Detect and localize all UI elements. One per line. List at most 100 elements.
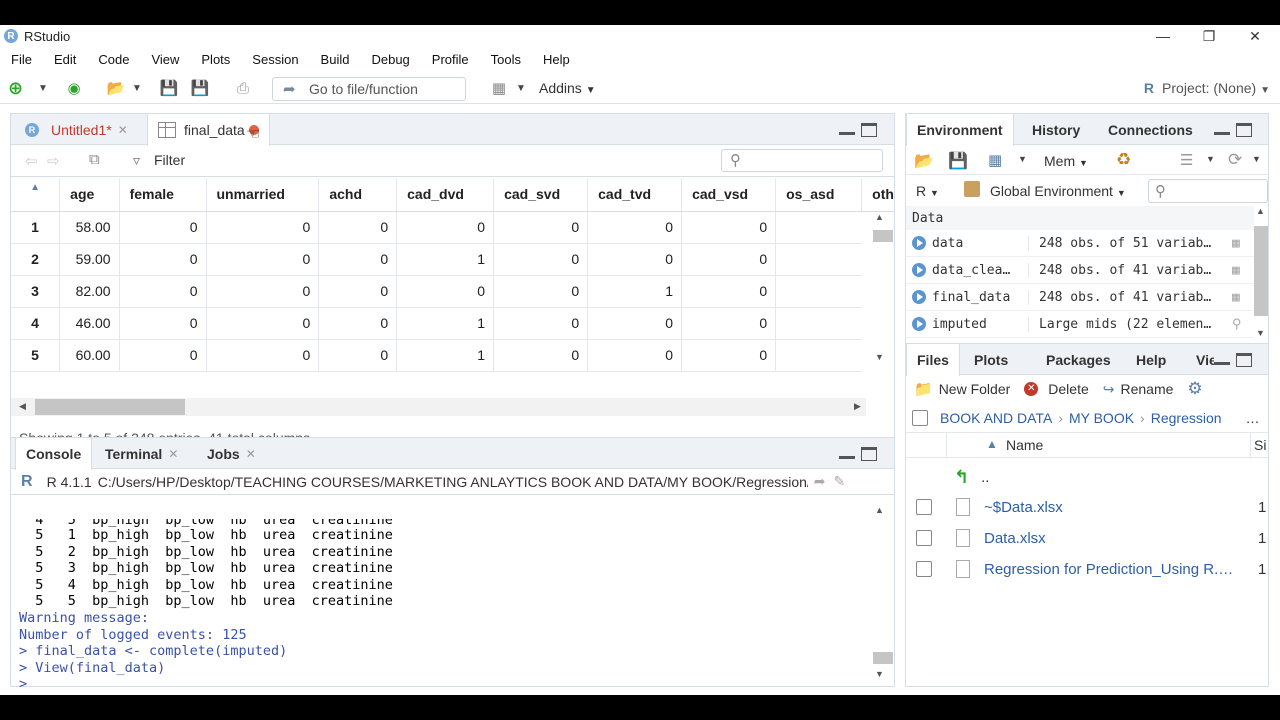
file-row[interactable]: ~$Data.xlsx 1 xyxy=(906,492,1268,522)
menu-edit[interactable]: Edit xyxy=(54,52,76,67)
table-cell[interactable]: 0 xyxy=(119,339,207,372)
sort-rownames-icon[interactable]: ▲ xyxy=(11,178,61,212)
menu-plots[interactable]: Plots xyxy=(201,52,230,67)
table-cell[interactable]: 0 xyxy=(681,339,777,372)
table-cell[interactable]: 0 xyxy=(493,211,589,244)
table-cell[interactable]: 59.00 xyxy=(59,243,120,276)
breadcrumb-my-book[interactable]: MY BOOK xyxy=(1069,410,1134,426)
addins-menu[interactable]: Addins ▼ xyxy=(539,80,596,96)
column-header[interactable]: cad_dvd xyxy=(396,178,495,212)
view-table-icon[interactable]: ▦ xyxy=(1232,236,1240,251)
maximize-pane-icon[interactable] xyxy=(1236,353,1252,367)
close-tab-icon[interactable]: ✕ xyxy=(118,123,128,137)
tab-packages[interactable]: Packages xyxy=(1036,344,1121,375)
tab-environment[interactable]: Environment xyxy=(906,114,1014,146)
inspect-icon[interactable]: ⚲ xyxy=(1232,317,1242,332)
scroll-up-icon[interactable]: ▲ xyxy=(1256,206,1265,216)
row-number[interactable]: 3 xyxy=(11,275,61,308)
file-name-link[interactable]: ~$Data.xlsx xyxy=(984,499,1242,516)
row-number[interactable]: 5 xyxy=(11,339,61,372)
table-cell[interactable]: 46.00 xyxy=(59,307,120,340)
table-cell[interactable]: 0 xyxy=(587,211,683,244)
scope-select[interactable]: Global Environment ▼ xyxy=(990,183,1126,199)
table-cell[interactable]: 0 xyxy=(119,211,207,244)
column-header[interactable]: oth xyxy=(861,178,894,212)
language-select[interactable]: R ▼ xyxy=(916,183,939,199)
tab-connections[interactable]: Connections xyxy=(1098,114,1203,145)
table-cell[interactable]: 0 xyxy=(587,243,683,276)
column-header[interactable]: cad_tvd xyxy=(587,178,683,212)
scroll-up-icon[interactable]: ▲ xyxy=(875,212,884,222)
menu-code[interactable]: Code xyxy=(98,52,129,67)
table-cell[interactable]: 0 xyxy=(493,339,589,372)
table-cell[interactable]: 0 xyxy=(206,339,320,372)
print-icon[interactable]: ⎙ xyxy=(232,79,254,97)
table-cell[interactable]: 0 xyxy=(775,243,862,276)
expand-object-icon[interactable] xyxy=(912,290,926,304)
expand-object-icon[interactable] xyxy=(912,236,926,250)
popout-icon[interactable]: ⧉ xyxy=(89,151,100,168)
scroll-thumb[interactable] xyxy=(873,230,893,242)
tab-terminal[interactable]: Terminal ✕ xyxy=(95,438,188,469)
environment-item[interactable]: data_clea… 248 obs. of 41 variab… ▦ xyxy=(906,257,1268,284)
environment-item[interactable]: final_data 248 obs. of 41 variab… ▦ xyxy=(906,284,1268,311)
breadcrumb-regression[interactable]: Regression xyxy=(1151,410,1222,426)
more-gear-icon[interactable]: ⚙ xyxy=(1187,379,1202,399)
table-cell[interactable]: 82.00 xyxy=(59,275,120,308)
scroll-down-icon[interactable]: ▼ xyxy=(875,352,884,362)
open-file-icon[interactable]: 📂 xyxy=(104,79,128,97)
scroll-thumb[interactable] xyxy=(873,652,893,664)
column-header[interactable]: unmarried xyxy=(206,178,320,212)
sort-up-icon[interactable]: ▲ xyxy=(986,437,998,451)
environment-item[interactable]: imputed Large mids (22 elemen… ⚲ xyxy=(906,311,1268,338)
file-name-link[interactable]: Data.xlsx xyxy=(984,530,1242,547)
scroll-thumb[interactable] xyxy=(1254,226,1268,316)
new-project-icon[interactable]: ◉ xyxy=(62,79,86,97)
menu-build[interactable]: Build xyxy=(321,52,350,67)
table-cell[interactable]: 58.00 xyxy=(59,211,120,244)
table-cell[interactable]: 0 xyxy=(206,211,320,244)
table-cell[interactable]: 0 xyxy=(206,275,320,308)
goto-directory-icon[interactable]: ➦ xyxy=(814,473,826,490)
name-column-header[interactable]: Name xyxy=(1006,437,1043,453)
clear-console-icon[interactable]: ✎ xyxy=(833,473,845,490)
menu-help[interactable]: Help xyxy=(543,52,570,67)
maximize-pane-icon[interactable] xyxy=(1236,123,1252,137)
file-checkbox[interactable] xyxy=(916,499,932,515)
maximize-pane-icon[interactable] xyxy=(861,447,877,461)
goto-file-input[interactable]: ➦ Go to file/function xyxy=(272,77,466,101)
column-header[interactable]: achd xyxy=(318,178,398,212)
console-scrollbar[interactable]: ▲ ▼ xyxy=(873,505,893,683)
row-number[interactable]: 2 xyxy=(11,243,61,276)
table-cell[interactable]: 0 xyxy=(206,307,320,340)
filter-button[interactable]: Filter xyxy=(154,152,185,168)
table-cell[interactable]: 0 xyxy=(318,211,398,244)
save-all-icon[interactable]: 💾 xyxy=(190,79,210,97)
size-column-header[interactable]: Si xyxy=(1254,437,1266,453)
tab-files[interactable]: Files xyxy=(906,344,960,376)
menu-debug[interactable]: Debug xyxy=(371,52,409,67)
table-cell[interactable]: 0 xyxy=(587,307,683,340)
menu-tools[interactable]: Tools xyxy=(491,52,521,67)
scroll-down-icon[interactable]: ▼ xyxy=(875,669,884,679)
row-number[interactable]: 4 xyxy=(11,307,61,340)
table-cell[interactable]: 0 xyxy=(493,275,589,308)
table-cell[interactable]: 1 xyxy=(587,275,683,308)
minimize-pane-icon[interactable] xyxy=(1214,353,1230,365)
table-cell[interactable]: 0 xyxy=(775,339,862,372)
table-cell[interactable]: 0 xyxy=(119,275,207,308)
scroll-right-icon[interactable]: ▶ xyxy=(854,401,861,412)
table-cell[interactable]: 0 xyxy=(681,275,777,308)
menu-profile[interactable]: Profile xyxy=(432,52,469,67)
view-dropdown-icon[interactable]: ▼ xyxy=(1206,154,1215,164)
tab-console[interactable]: Console xyxy=(15,438,93,470)
import-dropdown-icon[interactable]: ▼ xyxy=(1018,154,1027,164)
delete-button[interactable]: Delete xyxy=(1048,381,1088,397)
open-dropdown-icon[interactable]: ▼ xyxy=(132,79,142,97)
row-number[interactable]: 1 xyxy=(11,211,61,244)
load-workspace-icon[interactable]: 📂 xyxy=(914,151,934,171)
environment-item[interactable]: data 248 obs. of 51 variab… ▦ xyxy=(906,230,1268,257)
table-cell[interactable]: 1 xyxy=(396,307,495,340)
broom-clear-icon[interactable]: ♻ xyxy=(1116,150,1131,170)
maximize-pane-icon[interactable] xyxy=(861,123,877,137)
